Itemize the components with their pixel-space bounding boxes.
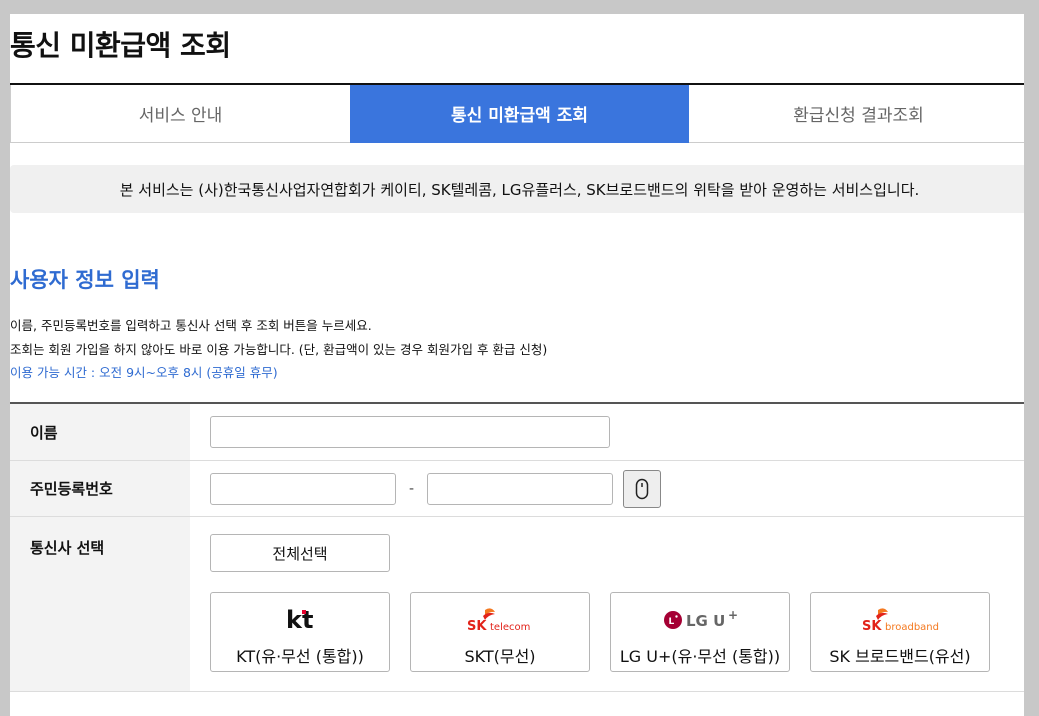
page-title: 통신 미환급액 조회	[10, 29, 231, 62]
carrier-label-lgu: LG U+(유·무선 (통합))	[619, 647, 781, 666]
carrier-card-lgu[interactable]: L LG U + LG U+(유·무선 (통합))	[610, 592, 790, 672]
tab-refund-result[interactable]: 환급신청 결과조회	[689, 85, 1024, 143]
carrier-card-skb[interactable]: SK broadband SK 브로드밴드(유선)	[810, 592, 990, 672]
sk-telecom-logo: SK telecom	[465, 603, 535, 637]
form-row-carrier: 통신사 선택 전체선택 kt KT(유·무선 (통합)) SK telecom …	[10, 517, 1024, 692]
ssn-label: 주민등록번호	[10, 461, 190, 516]
select-all-button[interactable]: 전체선택	[210, 534, 390, 572]
service-hours: 이용 가능 시간 : 오전 9시~오후 8시 (공휴일 휴무)	[10, 365, 278, 380]
name-input[interactable]	[210, 416, 610, 448]
instruction-text: 이름, 주민등록번호를 입력하고 통신사 선택 후 조회 버튼을 누르세요.	[10, 318, 372, 333]
kt-logo-text: kt	[286, 607, 313, 633]
tab-refund-lookup[interactable]: 통신 미환급액 조회	[350, 85, 689, 143]
svg-text:SK: SK	[467, 619, 487, 634]
svg-text:telecom: telecom	[490, 622, 530, 633]
membership-note: 조회는 회원 가입을 하지 않아도 바로 이용 가능합니다. (단, 환급액이 …	[10, 342, 548, 357]
form-row-ssn: 주민등록번호 -	[10, 461, 1024, 517]
carrier-cards: kt KT(유·무선 (통합)) SK telecom SKT(무선) L LG…	[210, 592, 1010, 672]
carrier-label: 통신사 선택	[10, 517, 190, 691]
tab-service-guide[interactable]: 서비스 안내	[10, 85, 350, 143]
ssn-back-input[interactable]	[427, 472, 614, 505]
carrier-card-skt[interactable]: SK telecom SKT(무선)	[410, 592, 590, 672]
sk-broadband-logo: SK broadband	[860, 603, 940, 637]
section-title: 사용자 정보 입력	[10, 268, 160, 292]
lg-uplus-logo: L LG U +	[662, 603, 738, 637]
tab-bar: 서비스 안내 통신 미환급액 조회 환급신청 결과조회	[10, 83, 1024, 143]
carrier-label-skb: SK 브로드밴드(유선)	[829, 647, 971, 666]
ssn-front-input[interactable]	[210, 472, 396, 505]
svg-text:broadband: broadband	[885, 622, 939, 633]
user-info-form: 이름 주민등록번호 - 통신사 선택 전체선택 kt KT(유·무선 (통합))…	[10, 402, 1024, 692]
name-label: 이름	[10, 404, 190, 460]
mouse-icon	[635, 478, 649, 499]
ssn-dash: -	[409, 480, 415, 497]
svg-text:SK: SK	[862, 619, 882, 634]
carrier-label-skt: SKT(무선)	[464, 647, 536, 666]
svg-text:+: +	[728, 608, 738, 622]
secure-keypad-button[interactable]	[623, 469, 662, 508]
carrier-label-kt: KT(유·무선 (통합))	[236, 647, 364, 666]
svg-text:LG U: LG U	[686, 612, 725, 630]
carrier-card-kt[interactable]: kt KT(유·무선 (통합))	[210, 592, 390, 672]
kt-logo: kt	[285, 603, 315, 637]
service-notice: 본 서비스는 (사)한국통신사업자연합회가 케이티, SK텔레콤, LG유플러스…	[10, 165, 1024, 213]
page: 통신 미환급액 조회 서비스 안내 통신 미환급액 조회 환급신청 결과조회 본…	[10, 14, 1024, 716]
form-row-name: 이름	[10, 404, 1024, 461]
svg-text:L: L	[669, 617, 675, 627]
